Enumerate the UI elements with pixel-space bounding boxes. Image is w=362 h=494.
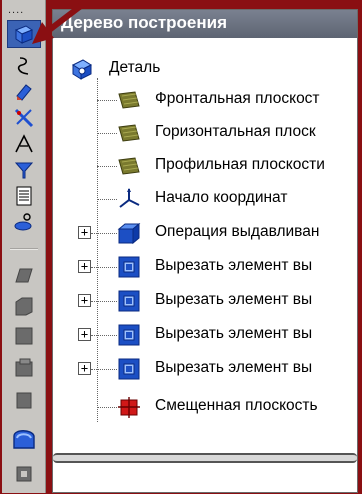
op-tool-button-2[interactable] [7,292,41,320]
plane-icon [118,124,140,142]
attribute-tool-button[interactable] [7,208,41,236]
toolbar-separator [10,248,38,250]
cut-icon [118,324,140,346]
part-icon [71,59,93,80]
tree-item-cut-1[interactable]: + Вырезать элемент вы [53,252,357,282]
spec-tool-button[interactable] [7,130,41,158]
tree-item-label: Операция выдавливан [155,223,320,240]
tree-item-label: Начало координат [155,189,288,206]
op-tool-button-1[interactable] [7,262,41,290]
tree-item-frontal-plane[interactable]: Фронтальная плоскост [53,85,357,115]
attribute-icon [14,213,32,231]
gray-box-icon [15,268,33,283]
expand-toggle[interactable]: + [78,328,91,341]
gray-box-icon [15,327,33,345]
tree-connector [91,369,117,370]
op-tool-button-4[interactable] [7,354,41,382]
tree-connector [97,133,117,134]
tree-item-label: Вырезать элемент вы [155,257,313,274]
extrude-icon [117,222,141,245]
tree-item-origin[interactable]: Начало координат [53,184,357,214]
gray-box-icon [16,466,32,482]
tree-connector [91,233,117,234]
tree-connector [91,301,117,302]
axes-icon [119,188,140,208]
filter-icon [14,162,34,179]
plane-icon [118,91,140,109]
tree-item-cut-3[interactable]: + Вырезать элемент вы [53,320,357,350]
expand-toggle[interactable]: + [78,294,91,307]
edit-tool-button[interactable] [7,78,41,106]
cut-icon [118,256,140,278]
tree-item-label: Профильная плоскости [155,156,325,173]
expand-toggle[interactable]: + [78,260,91,273]
tree-item-label: Горизонтальная плоск [155,123,316,140]
horizontal-scrollbar[interactable] [53,453,357,463]
spec-icon [15,134,33,153]
tree-item-label: Смещенная плоскость [155,397,318,414]
sketch-curve-icon [17,57,29,75]
tree-root-label: Деталь [109,59,161,76]
measure-tool-button[interactable] [7,104,41,132]
report-tool-button[interactable] [7,182,41,210]
tree-connector [97,407,117,408]
cut-icon [118,290,140,312]
tree-item-horizontal-plane[interactable]: Горизонтальная плоск [53,118,357,148]
shell-tool-button[interactable] [7,424,41,452]
panel-title[interactable]: Дерево построения [53,10,357,38]
pointer-arrow-icon [32,0,88,44]
tree-item-cut-4[interactable]: + Вырезать элемент вы [53,354,357,384]
offset-plane-icon [118,397,140,418]
expand-toggle[interactable]: + [78,226,91,239]
tree-root[interactable]: Деталь [53,54,357,84]
op-tool-button-6[interactable] [7,460,41,488]
tree-connector [91,267,117,268]
cut-icon [118,358,140,380]
plane-icon [118,157,140,175]
op-tool-button-5[interactable] [7,386,41,414]
left-toolbar: .... [2,0,46,493]
tree-item-offset-plane[interactable]: Смещенная плоскость [53,392,357,422]
gray-box-icon [16,392,32,409]
build-tree-panel: Дерево построения Деталь Фронтальная пло… [52,9,358,493]
expand-toggle[interactable]: + [78,362,91,375]
shell-icon [13,430,35,449]
tree-item-cut-2[interactable]: + Вырезать элемент вы [53,286,357,316]
tree-item-extrusion[interactable]: + Операция выдавливан [53,218,357,248]
build-tree: Деталь Фронтальная плоскост Горизонтальн… [53,38,357,494]
sketch-curve-tool-button[interactable] [7,52,41,80]
tree-connector [91,335,117,336]
tree-connector [97,199,117,200]
tree-connector [97,100,117,101]
edit-icon [16,84,32,101]
tree-item-label: Вырезать элемент вы [155,291,313,308]
report-icon [16,186,32,206]
gray-box-icon [15,297,33,316]
tree-connector [97,166,117,167]
tree-item-profile-plane[interactable]: Профильная плоскости [53,151,357,181]
gray-box-icon [15,358,33,377]
tree-item-label: Фронтальная плоскост [155,90,320,107]
filter-tool-button[interactable] [7,156,41,184]
tree-item-label: Вырезать элемент вы [155,359,313,376]
op-tool-button-3[interactable] [7,322,41,350]
measure-icon [14,108,34,128]
tree-item-label: Вырезать элемент вы [155,325,313,342]
